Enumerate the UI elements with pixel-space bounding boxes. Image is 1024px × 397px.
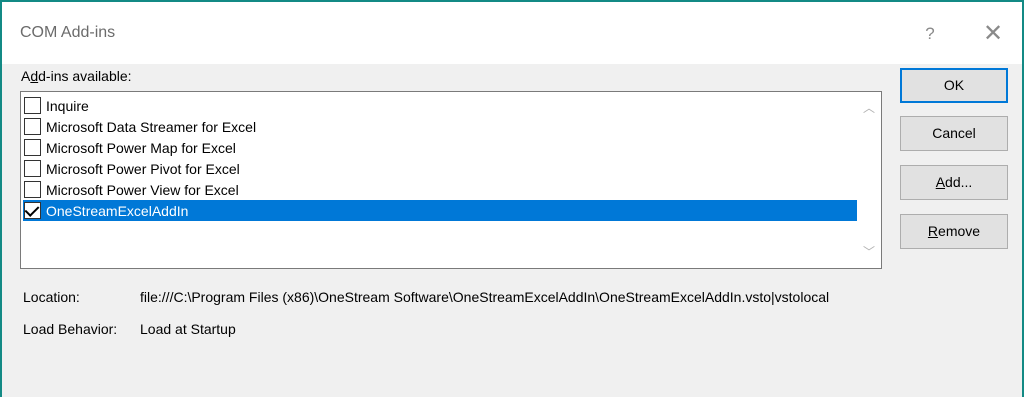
help-icon[interactable]: ? [920, 22, 940, 46]
add-button[interactable]: Add... [900, 165, 1008, 200]
addin-list-item[interactable]: Microsoft Power Map for Excel [23, 137, 857, 158]
close-icon[interactable]: ✕ [978, 20, 1008, 48]
addin-name: Microsoft Power Map for Excel [46, 139, 236, 156]
remove-button[interactable]: Remove [900, 214, 1008, 249]
com-addins-dialog: COM Add-ins ? ✕ Add-ins available: Inqui… [0, 0, 1024, 397]
checkbox[interactable] [24, 118, 41, 135]
location-value: file:///C:\Program Files (x86)\OneStream… [140, 289, 830, 305]
load-behavior-label: Load Behavior: [23, 321, 118, 337]
addin-name: OneStreamExcelAddIn [46, 202, 189, 219]
scroll-down-icon[interactable]: ﹀ [857, 242, 881, 262]
checkbox[interactable] [24, 139, 41, 156]
load-behavior-value: Load at Startup [140, 321, 236, 337]
addin-name: Microsoft Data Streamer for Excel [46, 118, 257, 135]
vertical-scrollbar[interactable]: ︿ ﹀ [857, 92, 881, 268]
addin-list-item[interactable]: Microsoft Power View for Excel [23, 179, 857, 200]
ok-button[interactable]: OK [900, 68, 1008, 103]
checkmark-icon [24, 202, 40, 217]
checkbox[interactable] [24, 97, 41, 114]
addins-items: Inquire Microsoft Data Streamer for Excel… [23, 95, 857, 221]
addin-list-item[interactable]: OneStreamExcelAddIn [23, 200, 857, 221]
addins-list-label: Add-ins available: [21, 68, 132, 84]
addin-name: Microsoft Power Pivot for Excel [46, 160, 240, 177]
addin-name: Inquire [46, 97, 89, 114]
addin-list-item[interactable]: Inquire [23, 95, 857, 116]
checkbox[interactable] [24, 181, 41, 198]
addin-name: Microsoft Power View for Excel [46, 181, 239, 198]
dialog-title: COM Add-ins [20, 24, 116, 41]
scroll-up-icon[interactable]: ︿ [857, 98, 881, 118]
cancel-button[interactable]: Cancel [900, 116, 1008, 151]
addin-list-item[interactable]: Microsoft Data Streamer for Excel [23, 116, 857, 137]
addin-list-item[interactable]: Microsoft Power Pivot for Excel [23, 158, 857, 179]
title-bar: COM Add-ins ? ✕ [2, 2, 1022, 64]
checkbox[interactable] [24, 160, 41, 177]
addins-listbox[interactable]: Inquire Microsoft Data Streamer for Excel… [20, 91, 882, 269]
checkbox-checked[interactable] [24, 202, 41, 219]
location-label: Location: [23, 289, 80, 305]
